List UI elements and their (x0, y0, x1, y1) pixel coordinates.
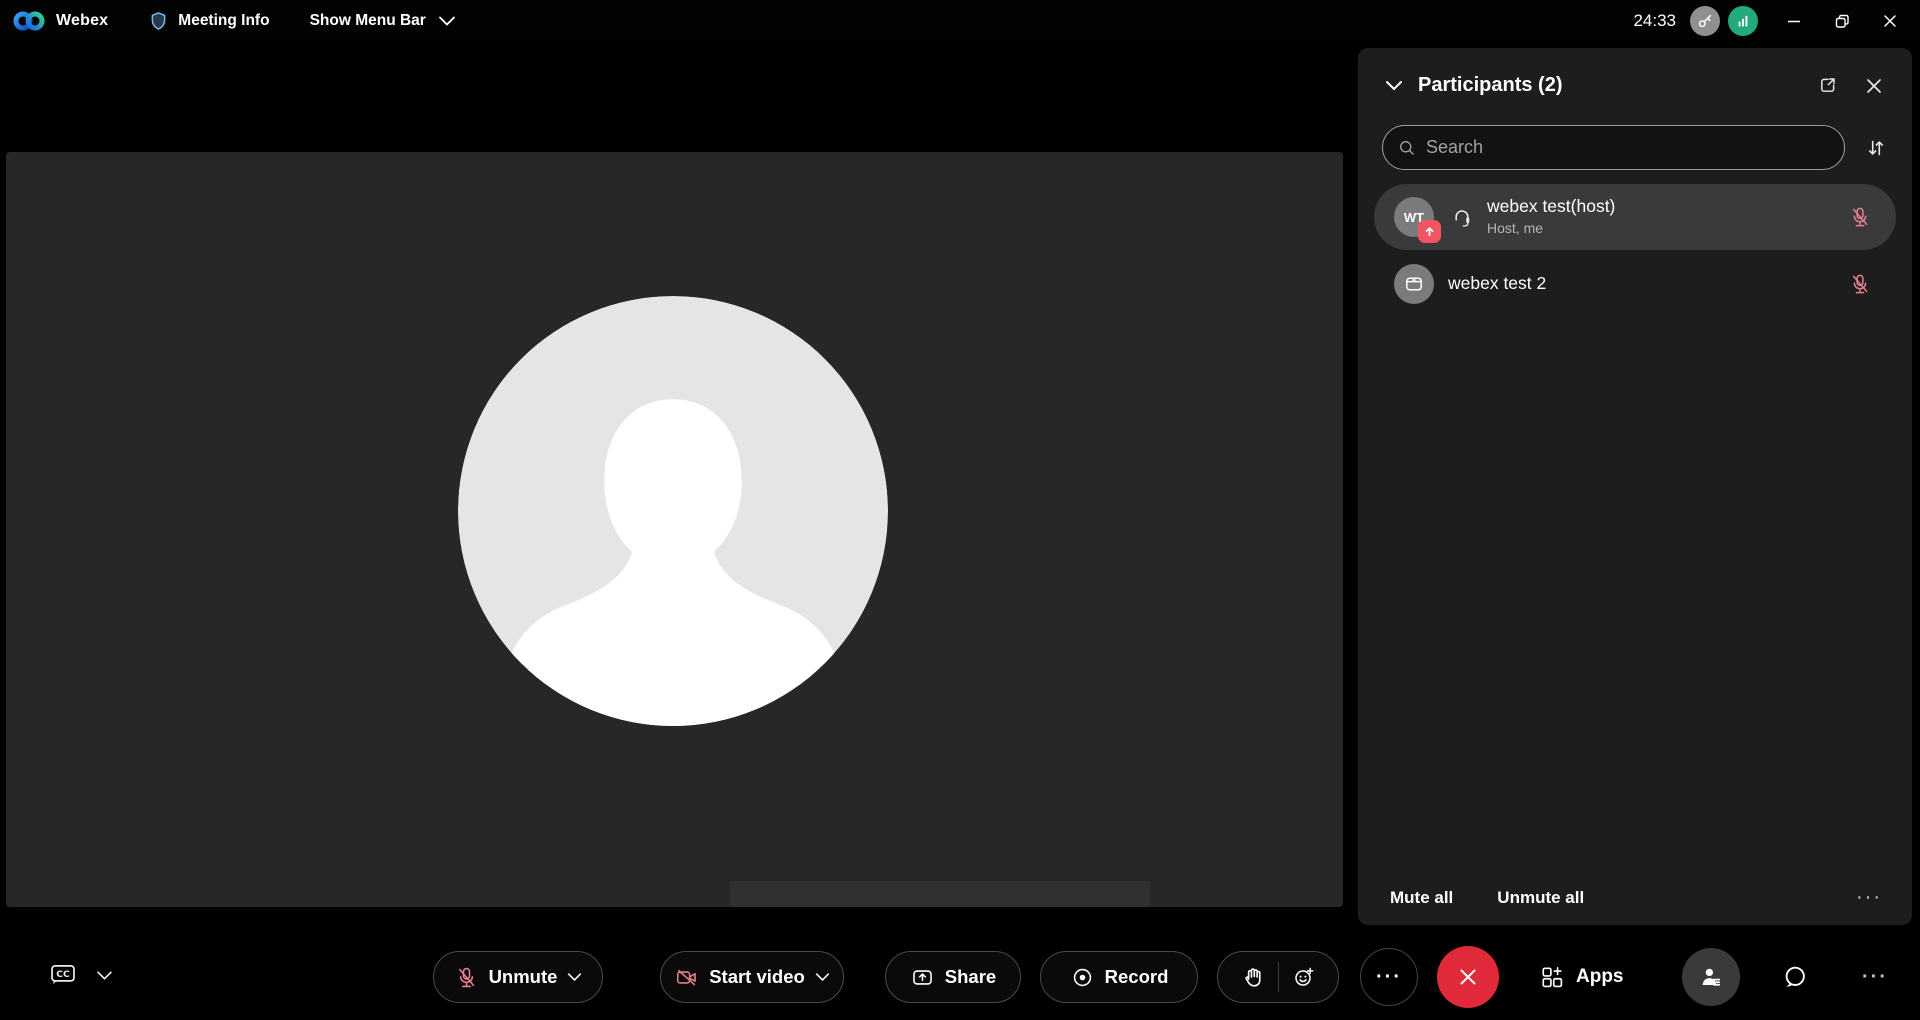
key-icon[interactable] (1690, 6, 1720, 36)
collapse-panel-chevron-icon[interactable] (1384, 79, 1404, 93)
participants-panel: Participants (2) (1358, 48, 1912, 925)
device-avatar (1394, 264, 1434, 304)
share-button[interactable]: Share (885, 951, 1021, 1003)
camera-off-icon (674, 965, 699, 990)
apps-button[interactable]: Apps (1540, 951, 1624, 1003)
leave-meeting-icon (1455, 964, 1481, 990)
restore-button[interactable] (1822, 5, 1862, 37)
avatar: WT (1394, 197, 1434, 237)
participants-icon (1698, 964, 1724, 990)
cc-icon[interactable]: CC (48, 961, 78, 989)
unmute-label: Unmute (489, 966, 558, 988)
show-menu-bar-label: Show Menu Bar (310, 12, 426, 30)
participant-role: Host, me (1487, 220, 1615, 238)
panel-title: Participants (2) (1418, 74, 1562, 97)
video-options-chevron-icon[interactable] (815, 972, 830, 982)
sort-icon[interactable] (1864, 136, 1888, 160)
webex-logo-icon (12, 8, 46, 34)
mute-all-button[interactable]: Mute all (1390, 888, 1453, 908)
more-icon: ··· (1376, 966, 1402, 989)
chat-button[interactable] (1766, 948, 1824, 1006)
network-quality-icon[interactable] (1728, 6, 1758, 36)
more-icon: ··· (1862, 966, 1888, 989)
muted-mic-icon (454, 965, 479, 990)
search-box[interactable] (1382, 125, 1845, 170)
titlebar: Webex Meeting Info Show Menu Bar 24:33 (0, 0, 1920, 42)
record-button[interactable]: Record (1040, 951, 1198, 1003)
more-options-button[interactable]: ··· (1360, 948, 1418, 1006)
start-video-label: Start video (709, 966, 805, 988)
participant-row[interactable]: WT webex test(host) Host, me (1374, 184, 1896, 250)
sharing-badge-icon (1418, 220, 1441, 243)
close-window-button[interactable] (1870, 5, 1910, 37)
cc-chevron-down-icon[interactable] (96, 970, 113, 981)
meeting-timer: 24:33 (1633, 11, 1676, 31)
apps-icon (1540, 965, 1564, 989)
chat-icon (1781, 963, 1809, 991)
participant-row[interactable]: webex test 2 (1374, 254, 1896, 314)
popout-icon[interactable] (1817, 75, 1838, 96)
share-icon (910, 965, 935, 990)
search-icon (1398, 139, 1416, 157)
start-video-button[interactable]: Start video (660, 951, 844, 1003)
apps-label: Apps (1576, 966, 1624, 988)
participants-toggle-button[interactable] (1682, 948, 1740, 1006)
unmute-options-chevron-icon[interactable] (567, 972, 582, 982)
shield-icon (148, 10, 169, 32)
record-icon (1070, 965, 1095, 990)
close-panel-icon[interactable] (1864, 76, 1884, 96)
search-input[interactable] (1426, 137, 1829, 158)
minimize-button[interactable] (1774, 5, 1814, 37)
meeting-info-label: Meeting Info (178, 12, 269, 30)
participant-name: webex test 2 (1448, 273, 1546, 295)
stage-bottom-strip (730, 881, 1150, 907)
participant-name: webex test(host) (1487, 196, 1615, 218)
app-title: Webex (56, 12, 108, 30)
muted-mic-icon[interactable] (1848, 205, 1872, 229)
show-menu-bar-button[interactable]: Show Menu Bar (310, 12, 456, 30)
participant-avatar-placeholder (458, 296, 888, 726)
record-label: Record (1105, 966, 1169, 988)
share-label: Share (945, 966, 996, 988)
bar-more-options-button[interactable]: ··· (1846, 948, 1904, 1006)
chevron-down-icon (438, 15, 456, 27)
raise-hand-icon[interactable] (1241, 965, 1265, 989)
leave-meeting-button[interactable] (1437, 946, 1499, 1008)
headset-icon (1451, 206, 1473, 228)
device-icon (1403, 273, 1425, 295)
reactions-icon[interactable] (1292, 965, 1316, 989)
control-bar: CC Unmute Start video (0, 934, 1920, 1020)
reactions-pill (1217, 951, 1339, 1003)
muted-mic-icon[interactable] (1848, 272, 1872, 296)
unmute-button[interactable]: Unmute (433, 951, 603, 1003)
meeting-info-button[interactable]: Meeting Info (148, 10, 269, 32)
video-tile[interactable] (6, 152, 1343, 907)
panel-more-options-button[interactable]: ··· (1856, 886, 1882, 909)
svg-text:CC: CC (56, 970, 70, 980)
divider (1278, 962, 1279, 992)
unmute-all-button[interactable]: Unmute all (1497, 888, 1584, 908)
